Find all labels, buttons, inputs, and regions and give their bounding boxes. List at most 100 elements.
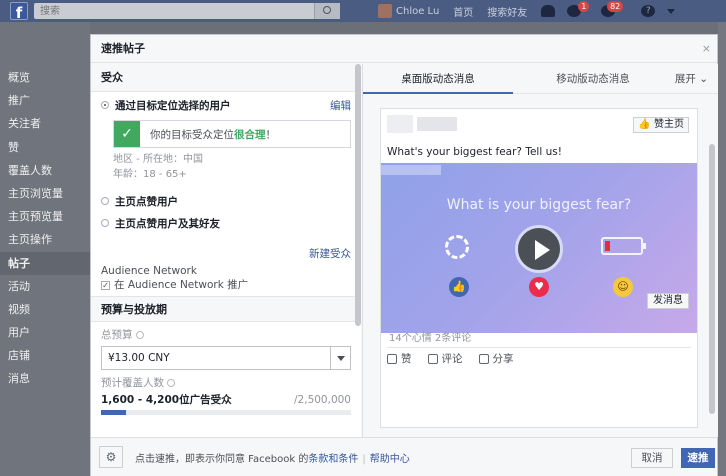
- audience-network-label: 在 Audience Network 推广: [114, 279, 249, 291]
- nav-item-promotions[interactable]: 推广: [0, 89, 90, 112]
- audience-option-label: 通过目标定位选择的用户: [115, 99, 231, 112]
- help-center-link[interactable]: 帮助中心: [370, 454, 410, 465]
- profile-link[interactable]: Chloe Lu: [396, 6, 439, 17]
- post-header: 👍 赞主页: [381, 109, 697, 143]
- post-actions: 赞 评论 分享: [387, 351, 530, 366]
- terms-link[interactable]: 条款和条件: [308, 454, 358, 465]
- facebook-logo-icon[interactable]: f: [10, 2, 28, 22]
- audience-section-title: 受众: [91, 64, 361, 92]
- new-audience-link[interactable]: 新建受众: [91, 244, 361, 264]
- audience-option-targeting[interactable]: 通过目标定位选择的用户 编辑: [91, 94, 361, 116]
- boost-button[interactable]: 速推: [681, 448, 715, 468]
- chevron-down-icon[interactable]: [330, 347, 350, 369]
- search-icon[interactable]: [314, 3, 340, 19]
- nav-item-events[interactable]: 活动: [0, 275, 90, 298]
- checkmark-icon: ✓: [114, 121, 140, 147]
- nav-item-posts[interactable]: 帖子: [0, 251, 90, 275]
- info-icon[interactable]: [135, 331, 144, 339]
- image-title: What is your biggest fear?: [446, 197, 632, 213]
- radio-icon[interactable]: [101, 197, 109, 205]
- search-box[interactable]: [34, 3, 340, 19]
- thumbs-up-icon: [387, 353, 397, 364]
- avatar[interactable]: [378, 4, 392, 18]
- low-battery-icon: [601, 237, 646, 255]
- radio-icon[interactable]: [101, 101, 109, 109]
- divider: [387, 347, 691, 348]
- friend-requests-icon[interactable]: [541, 5, 556, 17]
- notifications-badge: 82: [607, 1, 624, 12]
- expand-dropdown[interactable]: 展开 ⌄: [675, 71, 708, 86]
- estimated-reach-bar: [101, 410, 351, 415]
- audience-network-title: Audience Network: [101, 265, 197, 277]
- nav-item-overview[interactable]: 概览: [0, 66, 90, 89]
- nav-item-likes[interactable]: 赞: [0, 136, 90, 159]
- preview-scrollbar[interactable]: [709, 144, 715, 414]
- cancel-button[interactable]: 取消: [631, 448, 673, 468]
- estimated-reach-value: 1,600 - 4,200位广告受众: [101, 394, 232, 406]
- audience-option-label: 主页点赞用户及其好友: [115, 217, 220, 230]
- page-left-nav: 概览 推广 关注者 赞 覆盖人数 主页浏览量 主页预览量 主页操作 帖子 活动 …: [0, 22, 90, 476]
- terms-notice: 点击速推，即表示你同意 Facebook 的条款和条件 | 帮助中心: [135, 454, 410, 465]
- like-reaction-icon: 👍: [449, 277, 469, 297]
- share-action[interactable]: 分享: [478, 351, 514, 366]
- preview-panel: 桌面版动态消息 移动版动态消息 展开 ⌄ 👍 赞主页 What's your b…: [362, 64, 718, 437]
- audience-option-page-fans[interactable]: 主页点赞用户: [91, 190, 361, 212]
- notifications-icon[interactable]: 82: [601, 1, 624, 17]
- audience-option-label: 主页点赞用户: [115, 195, 178, 208]
- nav-item-followers[interactable]: 关注者: [0, 112, 90, 135]
- messages-icon[interactable]: 1: [567, 1, 590, 17]
- loading-icon: [445, 235, 469, 259]
- preview-tabs: 桌面版动态消息 移动版动态消息 展开 ⌄: [363, 64, 718, 94]
- find-friends-link[interactable]: 搜索好友: [487, 4, 527, 19]
- edit-audience-link[interactable]: 编辑: [330, 98, 351, 113]
- nav-item-reach[interactable]: 覆盖人数: [0, 159, 90, 182]
- haha-reaction-icon: ☺: [613, 277, 633, 297]
- total-budget-select[interactable]: ¥13.00 CNY: [101, 346, 351, 370]
- estimated-reach-fill: [101, 410, 126, 415]
- nav-item-people[interactable]: 用户: [0, 321, 90, 344]
- like-action[interactable]: 赞: [387, 351, 412, 366]
- audience-quality-message: 你的目标受众定位很合理！: [150, 128, 276, 141]
- send-message-button[interactable]: 发消息: [647, 293, 689, 309]
- estimated-reach-row: 1,600 - 4,200位广告受众 /2,500,000: [91, 392, 361, 408]
- nav-item-videos[interactable]: 视频: [0, 298, 90, 321]
- total-budget-value: ¥13.00 CNY: [108, 352, 170, 364]
- nav-item-messages[interactable]: 消息: [0, 367, 90, 390]
- nav-item-page-actions[interactable]: 主页操作: [0, 228, 90, 251]
- audience-network-checkbox[interactable]: ✓ 在 Audience Network 推广: [91, 278, 361, 292]
- like-page-button[interactable]: 👍 赞主页: [633, 117, 689, 133]
- help-icon[interactable]: ?: [641, 5, 656, 17]
- background-strip: [718, 22, 726, 476]
- comment-icon: [427, 353, 438, 364]
- total-budget-label: 总预算: [91, 326, 361, 344]
- nav-item-shop[interactable]: 店铺: [0, 344, 90, 367]
- post-stats: 14个心情 2条评论: [389, 333, 472, 344]
- post-preview: 👍 赞主页 What's your biggest fear? Tell us!…: [380, 108, 698, 428]
- nav-item-page-views[interactable]: 主页浏览量: [0, 182, 90, 205]
- budget-section-title: 预算与投放期: [91, 296, 361, 322]
- tab-mobile-feed[interactable]: 移动版动态消息: [513, 64, 673, 94]
- nav-item-page-previews[interactable]: 主页预览量: [0, 205, 90, 228]
- play-icon[interactable]: [515, 225, 563, 273]
- post-text: What's your biggest fear? Tell us!: [387, 146, 562, 158]
- messages-badge: 1: [578, 1, 590, 12]
- info-icon[interactable]: [167, 379, 175, 387]
- audience-age: 年龄：18 - 65+: [113, 169, 187, 180]
- audience-quality-box: ✓ 你的目标受众定位很合理！: [113, 120, 351, 148]
- audience-location: 地区 - 所在地：中国: [113, 154, 203, 165]
- tab-desktop-feed[interactable]: 桌面版动态消息: [363, 64, 513, 94]
- facebook-top-bar: f Chloe Lu 首页 搜索好友 1 82 ?: [0, 0, 726, 22]
- share-icon: [478, 353, 489, 364]
- search-input[interactable]: [34, 3, 304, 19]
- radio-icon[interactable]: [101, 219, 109, 227]
- close-icon[interactable]: ×: [702, 35, 711, 63]
- audience-option-fans-and-friends[interactable]: 主页点赞用户及其好友: [91, 212, 361, 234]
- checkbox-icon[interactable]: ✓: [101, 280, 110, 290]
- settings-scrollbar[interactable]: [355, 64, 361, 326]
- comment-action[interactable]: 评论: [427, 351, 463, 366]
- top-right-nav: Chloe Lu 首页 搜索好友 1 82 ?: [378, 0, 676, 22]
- estimated-reach-label: 预计覆盖人数: [91, 374, 361, 392]
- home-link[interactable]: 首页: [453, 4, 473, 19]
- gear-icon[interactable]: ⚙: [99, 446, 123, 468]
- account-menu-icon[interactable]: [667, 8, 676, 14]
